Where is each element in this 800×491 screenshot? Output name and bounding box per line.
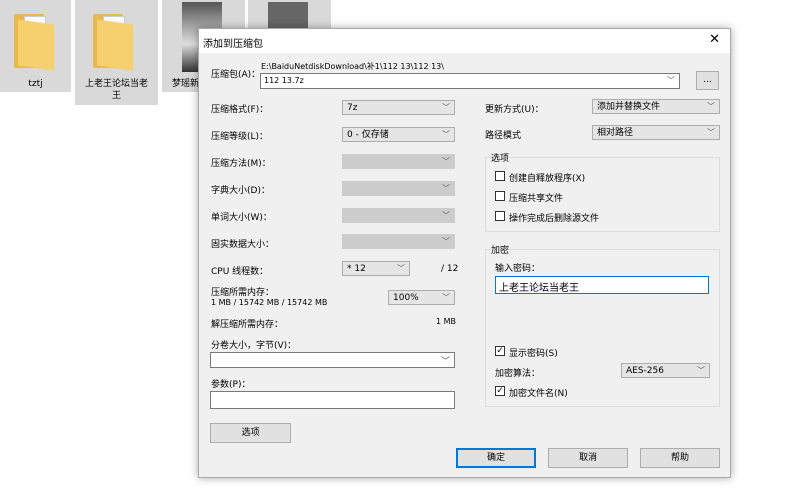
desktop-folder-laowang[interactable]: 上老王论坛当老王 (75, 0, 158, 105)
path-label: 路径模式 (485, 131, 522, 141)
mem-pct-value: 100% (393, 293, 419, 303)
password-label: 输入密码： (495, 264, 541, 274)
dict-label: 字典大小(D)： (211, 186, 270, 196)
enc-method-select[interactable]: AES-256 ﹀ (621, 363, 710, 378)
cpu-value: * 12 (347, 264, 366, 274)
password-input[interactable]: 上老王论坛当老王 (495, 276, 709, 294)
enc-method-value: AES-256 (626, 366, 664, 376)
sfx-checkbox[interactable] (495, 171, 505, 181)
cpu-select[interactable]: * 12 ﹀ (342, 261, 410, 276)
level-select[interactable]: 0 - 仅存储 ﹀ (342, 127, 455, 142)
format-label: 压缩格式(F)： (211, 105, 269, 115)
method-select[interactable]: ﹀ (342, 154, 455, 169)
shared-label: 压缩共享文件 (509, 194, 564, 204)
delete-label: 操作完成后删除源文件 (509, 214, 600, 224)
add-to-archive-dialog: 添加到压缩包 ✕ 压缩包(A)： E:\BaiduNetdiskDownload… (198, 28, 731, 478)
demem-value: 1 MB (436, 317, 457, 326)
encrypt-names-label: 加密文件名(N) (509, 389, 568, 399)
update-label: 更新方式(U)： (485, 105, 544, 115)
path-value: 相对路径 (597, 128, 634, 138)
split-label: 分卷大小，字节(V)： (211, 341, 297, 351)
level-label: 压缩等级(L)： (211, 132, 269, 142)
delete-checkbox[interactable] (495, 211, 505, 221)
params-label: 参数(P)： (211, 380, 251, 390)
method-label: 压缩方法(M)： (211, 159, 271, 169)
mem-label: 压缩所需内存： (211, 288, 275, 298)
cancel-button[interactable]: 取消 (548, 448, 628, 468)
options-group-title: 选项 (491, 151, 510, 164)
close-icon[interactable]: ✕ (709, 32, 720, 47)
archive-name-value: 112 13.7z (264, 76, 304, 85)
browse-button[interactable]: ... (696, 71, 719, 90)
title-bar: 添加到压缩包 ✕ (199, 29, 730, 53)
shared-checkbox[interactable] (495, 191, 505, 201)
desktop-folder-tztj[interactable]: tztj (0, 0, 71, 92)
split-combo[interactable]: ﹀ (210, 352, 455, 368)
update-select[interactable]: 添加并替换文件 ﹀ (592, 99, 720, 114)
encrypt-names-checkbox[interactable]: ✓ (495, 386, 505, 396)
level-value: 0 - 仅存储 (347, 130, 389, 140)
ok-button[interactable]: 确定 (456, 448, 536, 468)
dict-select[interactable]: ﹀ (342, 181, 455, 196)
demem-label: 解压缩所需内存： (211, 320, 284, 330)
image-thumbnail (268, 2, 308, 30)
help-button[interactable]: 帮助 (640, 448, 720, 468)
enc-method-label: 加密算法： (495, 369, 541, 379)
solid-label: 固实数据大小： (211, 240, 275, 250)
show-password-checkbox[interactable]: ✓ (495, 346, 505, 356)
params-input[interactable] (210, 391, 455, 409)
path-select[interactable]: 相对路径 ﹀ (592, 125, 720, 140)
options-button[interactable]: 选项 (210, 423, 291, 443)
format-value: 7z (347, 103, 358, 113)
show-password-label: 显示密码(S) (509, 349, 558, 359)
archive-label: 压缩包(A)： (211, 70, 261, 80)
word-select[interactable]: ﹀ (342, 208, 455, 223)
desktop-image-2[interactable] (248, 0, 331, 30)
folder-icon (93, 10, 133, 71)
dialog-title: 添加到压缩包 (203, 39, 263, 50)
archive-name-combo[interactable]: 112 13.7z ﹀ (260, 73, 680, 89)
update-value: 添加并替换文件 (597, 102, 661, 112)
word-label: 单词大小(W)： (211, 213, 272, 223)
mem-percent-select[interactable]: 100% ﹀ (388, 290, 455, 305)
sfx-label: 创建自释放程序(X) (509, 174, 586, 184)
mem-value: 1 MB / 15742 MB / 15742 MB (211, 298, 328, 307)
format-select[interactable]: 7z ﹀ (342, 100, 455, 115)
folder-icon (14, 10, 54, 71)
solid-select[interactable]: ﹀ (342, 234, 455, 249)
encryption-group-title: 加密 (491, 243, 510, 256)
archive-path: E:\BaiduNetdiskDownload\补1\112 13\112 13… (261, 62, 444, 71)
cpu-total: / 12 (441, 264, 459, 274)
cpu-label: CPU 线程数： (211, 267, 269, 277)
